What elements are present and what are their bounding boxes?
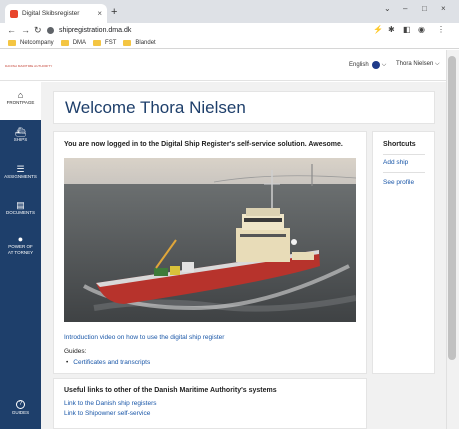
browser-menu-icon[interactable]: ⋮: [437, 24, 445, 36]
uk-flag-icon: [371, 61, 380, 69]
browser-tab[interactable]: Digital Skibsregister ×: [5, 4, 107, 23]
bookmark-label: Blandet: [135, 39, 156, 46]
language-selector[interactable]: English ⌵: [349, 61, 386, 69]
close-window-button[interactable]: ×: [441, 4, 446, 13]
list-icon: ☰: [16, 164, 25, 174]
bookmark-label: Netcompany: [20, 39, 54, 46]
sidebar-item-frontpage[interactable]: ⌂ FRONTPAGE: [0, 82, 41, 120]
address-url: shipregistration.dma.dk: [59, 26, 132, 34]
shortcuts-heading: Shortcuts: [383, 141, 416, 148]
extensions-puzzle-icon[interactable]: ✱: [388, 24, 395, 36]
shortcuts-panel: Shortcuts Add ship See profile: [372, 131, 435, 374]
sidebar-item-documents[interactable]: ▤ DOCUMENTS: [0, 200, 41, 216]
add-ship-link[interactable]: Add ship: [383, 159, 408, 166]
shipowner-self-service-link[interactable]: Link to Shipowner self-service: [64, 410, 150, 417]
maximize-button[interactable]: □: [422, 4, 427, 13]
bookmark-dma[interactable]: DMA: [60, 39, 87, 46]
divider: [383, 154, 425, 155]
useful-links-card: Useful links to other of the Danish Mari…: [53, 378, 367, 429]
home-icon: ⌂: [17, 90, 24, 100]
bookmark-netcompany[interactable]: Netcompany: [8, 39, 54, 46]
help-icon: ?: [16, 400, 25, 409]
extension-icon[interactable]: ⚡: [373, 24, 383, 36]
address-bar[interactable]: shipregistration.dma.dk: [47, 24, 365, 36]
back-arrow-icon[interactable]: ←: [7, 24, 16, 36]
profile-icon[interactable]: ◉: [418, 24, 425, 36]
intro-card: You are now logged in to the Digital Shi…: [53, 131, 367, 374]
person-icon: ●: [17, 234, 24, 244]
sidebar-item-guides[interactable]: ? GUIDES: [0, 392, 41, 416]
sidebar-item-label: FRONTPAGE: [6, 100, 35, 105]
intro-text: You are now logged in to the Digital Shi…: [64, 141, 343, 148]
folder-icon: [60, 39, 69, 46]
welcome-panel: Welcome Thora Nielsen: [53, 91, 435, 124]
page-title: Welcome Thora Nielsen: [65, 98, 246, 117]
guides-label: Guides:: [64, 348, 87, 355]
ship-icon: ⛴: [14, 127, 27, 137]
divider: [383, 172, 425, 173]
folder-icon: [8, 39, 16, 46]
sidebar-item-assignments[interactable]: ☰ ASSIGNMENTS: [0, 164, 41, 180]
tab-title: Digital Skibsregister: [22, 10, 80, 17]
folder-icon: [93, 39, 102, 46]
sidebar: ⌂ FRONTPAGE ⛴ SHIPS ☰ ASSIGNMENTS ▤ DOCU…: [0, 82, 41, 429]
sidebar-item-label: POWER OF AT TORNEY: [7, 244, 34, 255]
new-tab-button[interactable]: +: [111, 5, 117, 19]
tab-search-icon[interactable]: ⌄: [384, 4, 391, 13]
browser-tab-bar: Digital Skibsregister × + ⌄ – □ ×: [0, 0, 459, 23]
site-info-icon[interactable]: [47, 26, 54, 34]
bookmark-fst[interactable]: FST: [93, 39, 117, 46]
language-label: English: [349, 62, 369, 68]
sidebar-item-power-of-attorney[interactable]: ● POWER OF AT TORNEY: [0, 234, 41, 256]
certificates-link[interactable]: Certificates and transcripts: [66, 359, 150, 366]
user-menu[interactable]: Thora Nielsen ⌵: [396, 61, 440, 68]
bookmark-blandet[interactable]: Blandet: [123, 39, 156, 46]
sidebar-item-label: GUIDES: [11, 410, 30, 415]
tab-close-icon[interactable]: ×: [97, 9, 102, 18]
folder-icon: [123, 39, 132, 46]
intro-video-link[interactable]: Introduction video on how to use the dig…: [64, 334, 224, 341]
chevron-down-icon: ⌵: [381, 61, 387, 68]
ship-photo-image: [64, 158, 356, 322]
sidebar-item-label: SHIPS: [13, 137, 28, 142]
side-panel-icon[interactable]: ◧: [403, 24, 411, 36]
sidebar-item-label: ASSIGNMENTS: [4, 174, 37, 179]
minimize-button[interactable]: –: [403, 4, 407, 13]
see-profile-link[interactable]: See profile: [383, 179, 414, 186]
useful-links-heading: Useful links to other of the Danish Mari…: [64, 387, 277, 394]
dma-logo[interactable]: DANISH MARITIME AUTHORITY: [5, 64, 52, 68]
bookmarks-bar: Netcompany DMA FST Blandet: [0, 37, 459, 49]
ship-photo: [64, 158, 356, 322]
document-icon: ▤: [16, 200, 25, 210]
bookmark-label: DMA: [72, 39, 87, 46]
ship-registers-link[interactable]: Link to the Danish ship registers: [64, 400, 157, 407]
reload-icon[interactable]: ↻: [34, 24, 42, 36]
site-favicon-icon: [10, 9, 18, 18]
sidebar-item-label: DOCUMENTS: [6, 210, 35, 215]
forward-arrow-icon[interactable]: →: [21, 24, 30, 36]
sidebar-item-ships[interactable]: ⛴ SHIPS: [0, 127, 41, 143]
scrollbar-thumb[interactable]: [448, 56, 456, 360]
bookmark-label: FST: [105, 39, 117, 46]
